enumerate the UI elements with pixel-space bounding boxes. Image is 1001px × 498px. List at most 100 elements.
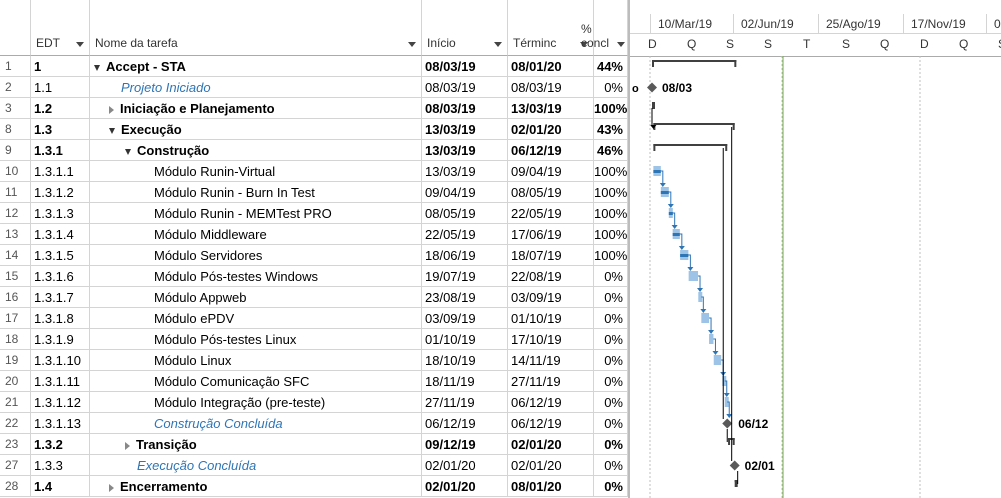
row-number[interactable]: 17 <box>0 308 31 329</box>
row-number[interactable]: 23 <box>0 434 31 455</box>
percent-complete-cell[interactable]: 0% <box>594 413 628 434</box>
finish-date-cell[interactable]: 27/11/19 <box>508 371 594 392</box>
row-number[interactable]: 2 <box>0 77 31 98</box>
percent-complete-cell[interactable]: 100% <box>594 245 628 266</box>
row-number[interactable]: 1 <box>0 56 31 77</box>
finish-date-cell[interactable]: 22/08/19 <box>508 266 594 287</box>
header-name[interactable]: Nome da tarefa <box>90 0 422 56</box>
percent-complete-cell[interactable]: 100% <box>594 224 628 245</box>
row-number[interactable]: 12 <box>0 203 31 224</box>
finish-date-cell[interactable]: 06/12/19 <box>508 392 594 413</box>
table-row[interactable]: 21 1.3.1.12 Módulo Integração (pre-teste) 2… <box>0 392 628 413</box>
edt-cell[interactable]: 1.4 <box>31 476 90 497</box>
row-number[interactable]: 19 <box>0 350 31 371</box>
percent-complete-cell[interactable]: 100% <box>594 161 628 182</box>
row-number[interactable]: 8 <box>0 119 31 140</box>
task-name-cell[interactable]: Módulo Integração (pre-teste) <box>90 392 422 413</box>
edt-cell[interactable]: 1 <box>31 56 90 77</box>
header-edt[interactable]: EDT <box>31 0 90 56</box>
expand-triangle-icon[interactable] <box>109 105 114 114</box>
table-row[interactable]: 17 1.3.1.8 Módulo ePDV 03/09/19 01/10/19 0% <box>0 308 628 329</box>
finish-date-cell[interactable]: 14/11/19 <box>508 350 594 371</box>
table-row[interactable]: 3 1.2 Iniciação e Planejamento 08/03/19 13/0… <box>0 98 628 119</box>
edt-cell[interactable]: 1.3.1.7 <box>31 287 90 308</box>
task-name-cell[interactable]: Módulo Linux <box>90 350 422 371</box>
start-date-cell[interactable]: 01/10/19 <box>422 329 508 350</box>
dropdown-arrow-icon[interactable] <box>76 42 84 47</box>
task-name-cell[interactable]: Construção Concluída <box>90 413 422 434</box>
task-name-cell[interactable]: Módulo Runin-Virtual <box>90 161 422 182</box>
collapse-triangle-icon[interactable] <box>109 127 115 134</box>
finish-date-cell[interactable]: 08/01/20 <box>508 476 594 497</box>
row-number[interactable]: 13 <box>0 224 31 245</box>
header-start[interactable]: Início <box>422 0 508 56</box>
finish-date-cell[interactable]: 02/01/20 <box>508 434 594 455</box>
header-pct[interactable]: % concl <box>581 0 628 56</box>
edt-cell[interactable]: 1.3.1.11 <box>31 371 90 392</box>
task-name-cell[interactable]: Execução <box>90 119 422 140</box>
table-row[interactable]: 14 1.3.1.5 Módulo Servidores 18/06/19 18/07/… <box>0 245 628 266</box>
percent-complete-cell[interactable]: 0% <box>594 287 628 308</box>
edt-cell[interactable]: 1.3.1.5 <box>31 245 90 266</box>
task-name-cell[interactable]: Execução Concluída <box>90 455 422 476</box>
task-name-cell[interactable]: Módulo Appweb <box>90 287 422 308</box>
table-row[interactable]: 1 1 Accept - STA 08/03/19 08/01/20 44% <box>0 56 628 77</box>
task-name-cell[interactable]: Módulo Comunicação SFC <box>90 371 422 392</box>
row-number[interactable]: 3 <box>0 98 31 119</box>
table-row[interactable]: 18 1.3.1.9 Módulo Pós-testes Linux 01/10/19… <box>0 329 628 350</box>
start-date-cell[interactable]: 18/06/19 <box>422 245 508 266</box>
percent-complete-cell[interactable]: 0% <box>594 77 628 98</box>
task-name-cell[interactable]: Módulo Runin - Burn In Test <box>90 182 422 203</box>
collapse-triangle-icon[interactable] <box>94 64 100 71</box>
table-row[interactable]: 10 1.3.1.1 Módulo Runin-Virtual 13/03/19 09/… <box>0 161 628 182</box>
start-date-cell[interactable]: 18/10/19 <box>422 350 508 371</box>
start-date-cell[interactable]: 13/03/19 <box>422 119 508 140</box>
row-number[interactable]: 22 <box>0 413 31 434</box>
table-row[interactable]: 11 1.3.1.2 Módulo Runin - Burn In Test 09/0… <box>0 182 628 203</box>
row-number[interactable]: 9 <box>0 140 31 161</box>
table-row[interactable]: 12 1.3.1.3 Módulo Runin - MEMTest PRO 08/05… <box>0 203 628 224</box>
edt-cell[interactable]: 1.3.1.9 <box>31 329 90 350</box>
start-date-cell[interactable]: 08/05/19 <box>422 203 508 224</box>
percent-complete-cell[interactable]: 0% <box>594 308 628 329</box>
task-name-cell[interactable]: Módulo Runin - MEMTest PRO <box>90 203 422 224</box>
edt-cell[interactable]: 1.3 <box>31 119 90 140</box>
table-row[interactable]: 8 1.3 Execução 13/03/19 02/01/20 43% <box>0 119 628 140</box>
finish-date-cell[interactable]: 08/05/19 <box>508 182 594 203</box>
expand-triangle-icon[interactable] <box>109 483 114 492</box>
finish-date-cell[interactable]: 06/12/19 <box>508 140 594 161</box>
percent-complete-cell[interactable]: 0% <box>594 434 628 455</box>
start-date-cell[interactable]: 22/05/19 <box>422 224 508 245</box>
task-name-cell[interactable]: Construção <box>90 140 422 161</box>
finish-date-cell[interactable]: 06/12/19 <box>508 413 594 434</box>
edt-cell[interactable]: 1.3.2 <box>31 434 90 455</box>
finish-date-cell[interactable]: 17/10/19 <box>508 329 594 350</box>
dropdown-arrow-icon[interactable] <box>494 42 502 47</box>
finish-date-cell[interactable]: 02/01/20 <box>508 455 594 476</box>
percent-complete-cell[interactable]: 0% <box>594 329 628 350</box>
task-name-cell[interactable]: Módulo ePDV <box>90 308 422 329</box>
finish-date-cell[interactable]: 13/03/19 <box>508 98 594 119</box>
percent-complete-cell[interactable]: 0% <box>594 476 628 497</box>
edt-cell[interactable]: 1.3.1 <box>31 140 90 161</box>
table-row[interactable]: 9 1.3.1 Construção 13/03/19 06/12/19 46% <box>0 140 628 161</box>
finish-date-cell[interactable]: 17/06/19 <box>508 224 594 245</box>
start-date-cell[interactable]: 09/04/19 <box>422 182 508 203</box>
row-number[interactable]: 10 <box>0 161 31 182</box>
start-date-cell[interactable]: 18/11/19 <box>422 371 508 392</box>
finish-date-cell[interactable]: 09/04/19 <box>508 161 594 182</box>
edt-cell[interactable]: 1.3.1.4 <box>31 224 90 245</box>
finish-date-cell[interactable]: 18/07/19 <box>508 245 594 266</box>
start-date-cell[interactable]: 08/03/19 <box>422 56 508 77</box>
task-name-cell[interactable]: Módulo Pós-testes Linux <box>90 329 422 350</box>
header-rownum[interactable] <box>0 0 31 56</box>
percent-complete-cell[interactable]: 100% <box>594 203 628 224</box>
row-number[interactable]: 20 <box>0 371 31 392</box>
percent-complete-cell[interactable]: 44% <box>594 56 628 77</box>
percent-complete-cell[interactable]: 0% <box>594 350 628 371</box>
task-name-cell[interactable]: Transição <box>90 434 422 455</box>
finish-date-cell[interactable]: 22/05/19 <box>508 203 594 224</box>
table-row[interactable]: 19 1.3.1.10 Módulo Linux 18/10/19 14/11/19 0% <box>0 350 628 371</box>
percent-complete-cell[interactable]: 43% <box>594 119 628 140</box>
task-name-cell[interactable]: Iniciação e Planejamento <box>90 98 422 119</box>
